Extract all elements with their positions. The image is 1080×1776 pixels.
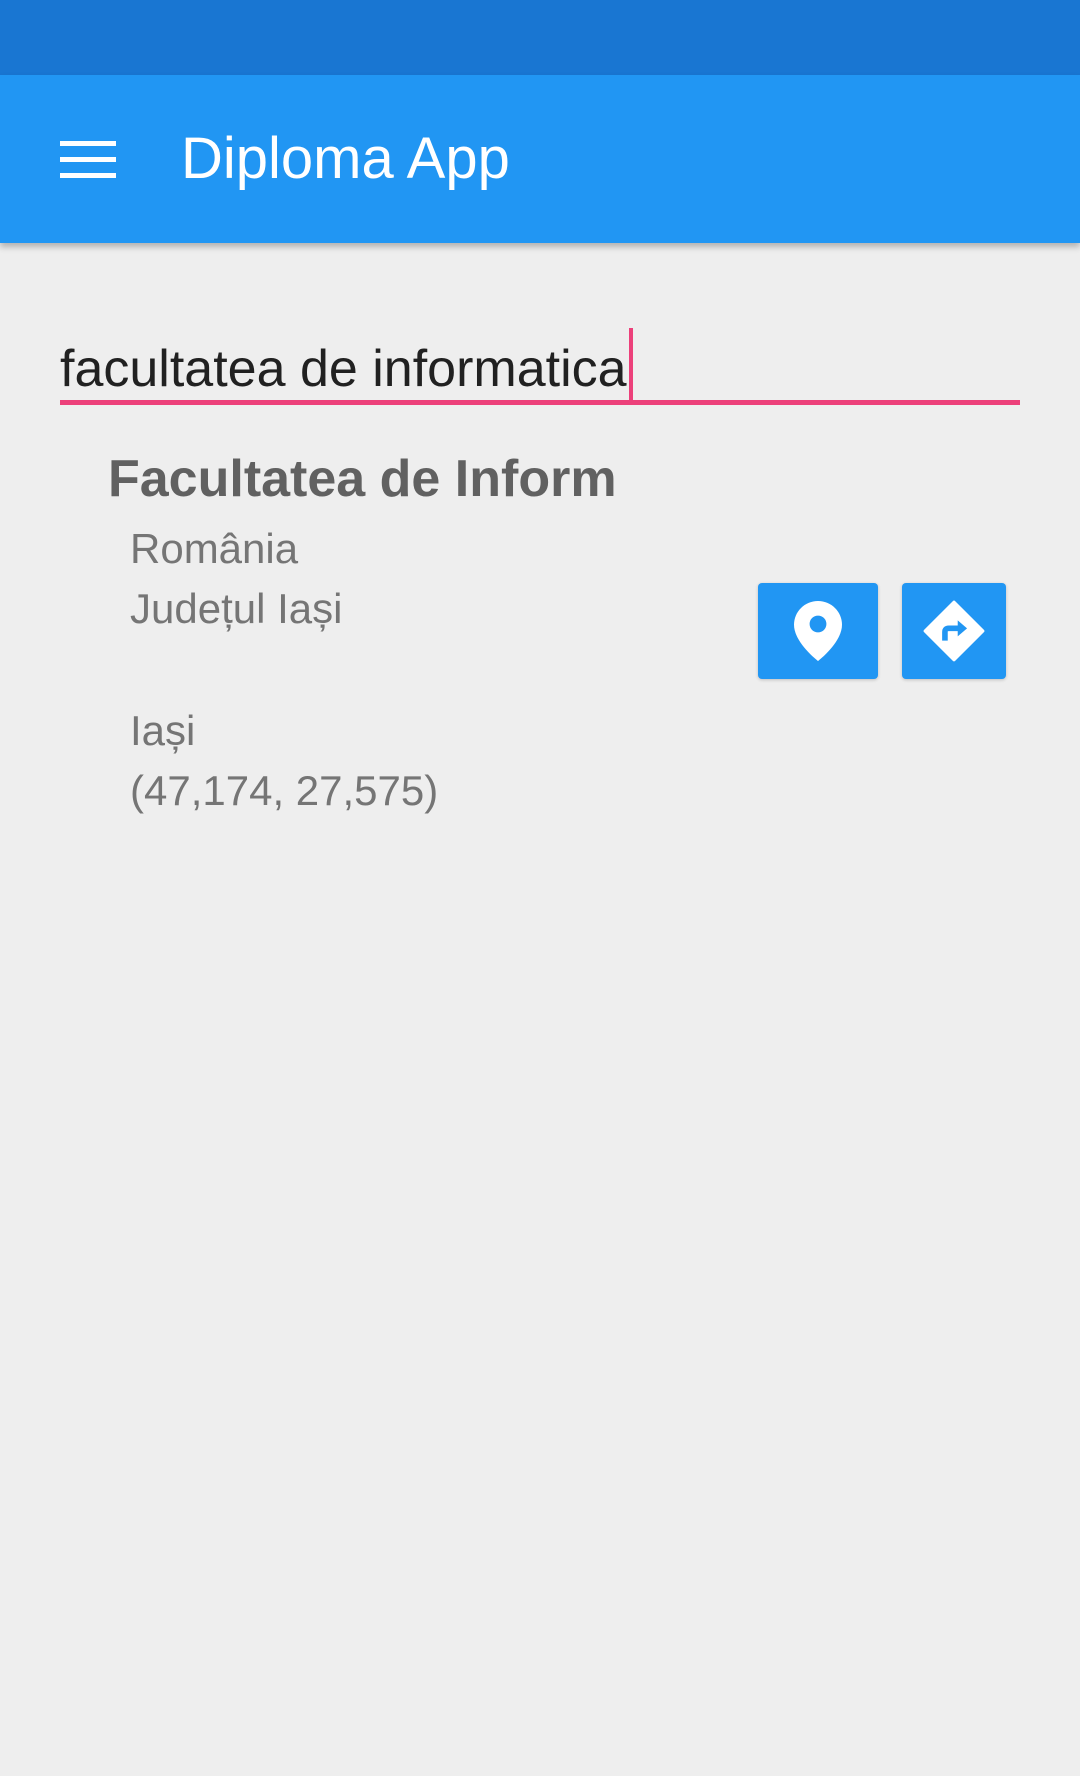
show-location-button[interactable] (758, 583, 878, 679)
result-coordinates: (47,174, 27,575) (130, 767, 439, 814)
directions-button[interactable] (902, 583, 1006, 679)
search-input-value: facultatea de informatica (60, 340, 627, 398)
directions-icon (923, 600, 985, 662)
result-county: Județul Iași (130, 585, 343, 632)
search-field[interactable]: facultatea de informatica (60, 310, 1020, 406)
text-caret (628, 328, 633, 400)
search-result-item[interactable]: Facultatea de Inform România Județul Iaș… (60, 440, 1020, 840)
result-country: România (130, 525, 299, 572)
search-input[interactable]: facultatea de informatica (60, 328, 633, 400)
app-title: Diploma App (181, 126, 510, 191)
result-name: Facultatea de Inform (108, 450, 617, 508)
search-underline (60, 400, 1020, 405)
hamburger-menu-icon (60, 139, 116, 179)
status-bar (0, 0, 1080, 75)
menu-button[interactable] (40, 111, 136, 207)
location-pin-icon (794, 601, 842, 661)
result-city: Iași (130, 707, 196, 754)
app-bar: Diploma App (0, 75, 1080, 243)
